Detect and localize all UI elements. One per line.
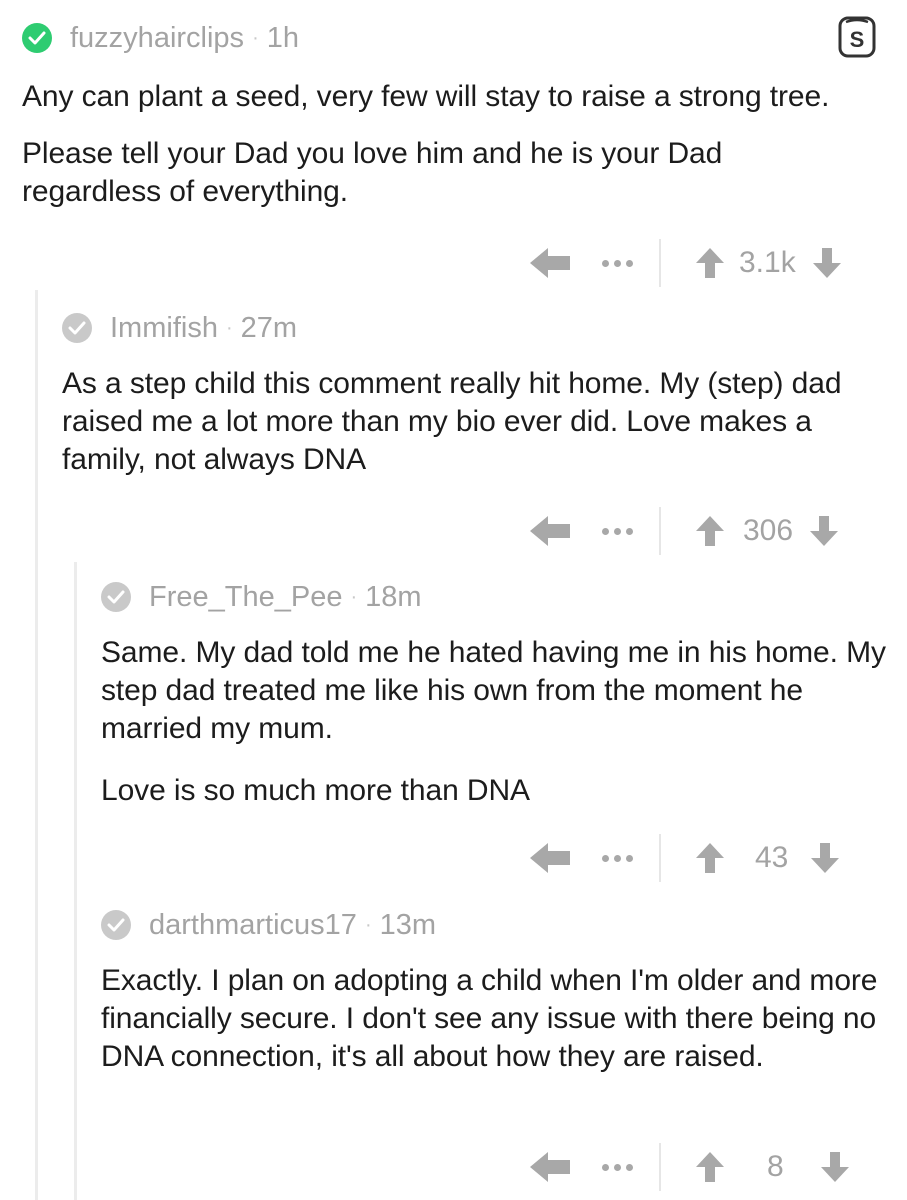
more-dots-icon[interactable] bbox=[602, 1163, 633, 1171]
more-dots-icon[interactable] bbox=[602, 854, 633, 862]
reply-arrow-icon[interactable] bbox=[528, 1150, 572, 1184]
comment-header: Immifish · 27m bbox=[62, 308, 297, 348]
comment-paragraph: As a step child this comment really hit … bbox=[62, 367, 842, 476]
username[interactable]: darthmarticus17 bbox=[149, 909, 357, 942]
downvote-arrow-icon[interactable] bbox=[812, 247, 842, 279]
verified-check-icon bbox=[101, 910, 131, 940]
comment-header: fuzzyhairclips · 1h bbox=[22, 18, 299, 58]
username[interactable]: Immifish bbox=[110, 312, 218, 345]
comment-header: darthmarticus17 · 13m bbox=[101, 905, 436, 945]
verified-check-icon bbox=[101, 582, 131, 612]
thread-line-level-1 bbox=[35, 290, 38, 1200]
comment-paragraph: Please tell your Dad you love him and he… bbox=[22, 137, 723, 208]
reply-arrow-icon[interactable] bbox=[528, 246, 572, 280]
vote-score: 43 bbox=[755, 841, 789, 874]
downvote-arrow-icon[interactable] bbox=[820, 1151, 850, 1183]
comment-paragraph: Same. My dad told me he hated having me … bbox=[101, 636, 886, 745]
vote-score: 8 bbox=[767, 1150, 784, 1183]
reply-arrow-icon[interactable] bbox=[528, 514, 572, 548]
thread-line-level-2 bbox=[74, 562, 77, 1200]
verified-check-icon bbox=[22, 23, 52, 53]
vote-score: 3.1k bbox=[739, 246, 796, 279]
comment-actions: 8 bbox=[528, 1142, 850, 1192]
reply-arrow-icon[interactable] bbox=[528, 841, 572, 875]
comment-paragraph: Exactly. I plan on adopting a child when… bbox=[101, 964, 878, 1073]
action-divider bbox=[659, 1143, 661, 1191]
comment-actions: 306 bbox=[528, 506, 839, 556]
comment-actions: 3.1k bbox=[528, 238, 842, 288]
meta-separator: · bbox=[364, 913, 372, 936]
verified-check-icon bbox=[62, 313, 92, 343]
comment-darthmarticus17: darthmarticus17 · 13m Exactly. I plan on… bbox=[101, 905, 907, 1135]
upvote-arrow-icon[interactable] bbox=[695, 842, 725, 874]
timestamp: 1h bbox=[266, 21, 299, 54]
comment-paragraph: Love is so much more than DNA bbox=[101, 774, 530, 807]
username[interactable]: Free_The_Pee bbox=[149, 581, 342, 614]
action-divider bbox=[659, 239, 661, 287]
upvote-arrow-icon[interactable] bbox=[695, 1151, 725, 1183]
timestamp: 18m bbox=[365, 580, 422, 613]
comment-header: Free_The_Pee · 18m bbox=[101, 577, 422, 617]
upvote-arrow-icon[interactable] bbox=[695, 515, 725, 547]
comment-actions: 43 bbox=[528, 833, 840, 883]
meta-separator: · bbox=[252, 26, 259, 49]
downvote-arrow-icon[interactable] bbox=[810, 842, 840, 874]
more-dots-icon[interactable] bbox=[602, 527, 633, 535]
action-divider bbox=[659, 834, 661, 882]
meta-separator: · bbox=[225, 316, 233, 339]
timestamp: 27m bbox=[240, 311, 298, 344]
meta-separator: · bbox=[350, 585, 358, 608]
action-divider bbox=[659, 507, 661, 555]
comment-paragraph: Any can plant a seed, very few will stay… bbox=[22, 80, 830, 113]
comment-free-the-pee: Free_The_Pee · 18m Same. My dad told me … bbox=[101, 577, 907, 817]
vote-score: 306 bbox=[743, 514, 794, 547]
timestamp: 13m bbox=[379, 908, 437, 941]
comment-immifish: Immifish · 27m As a step child this comm… bbox=[62, 308, 907, 508]
downvote-arrow-icon[interactable] bbox=[809, 515, 839, 547]
more-dots-icon[interactable] bbox=[602, 259, 633, 267]
upvote-arrow-icon[interactable] bbox=[695, 247, 725, 279]
username[interactable]: fuzzyhairclips bbox=[70, 22, 244, 55]
